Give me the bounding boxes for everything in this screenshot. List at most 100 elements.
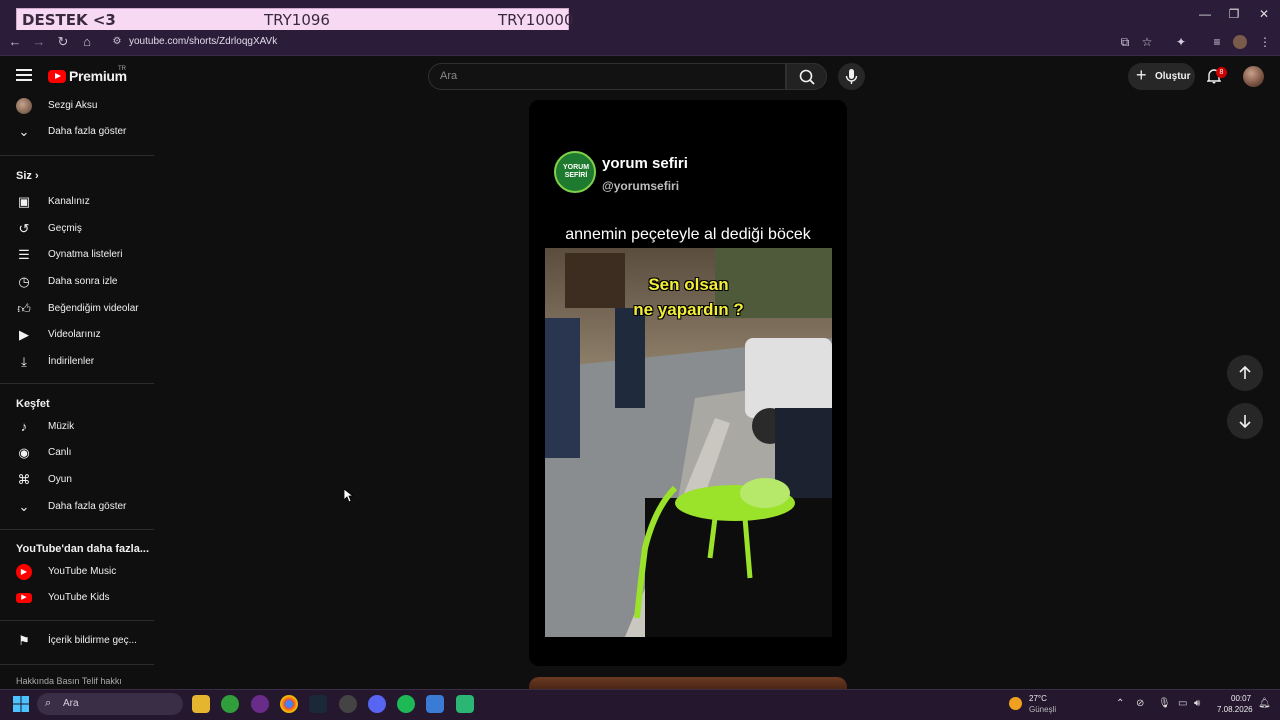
sidebar-divider	[0, 620, 154, 621]
notification-count-badge: 8	[1216, 67, 1227, 78]
youtube-logo-icon[interactable]	[48, 70, 66, 83]
browser-menu-icon[interactable]: ⋮	[1258, 35, 1272, 49]
clock-time[interactable]: 00:07	[1231, 694, 1251, 703]
sidebar-item-your-videos[interactable]: ▶ Videolarınız	[16, 325, 156, 347]
voice-search-button[interactable]	[838, 63, 865, 90]
app-icon[interactable]	[456, 695, 474, 713]
menu-icon[interactable]	[16, 69, 32, 83]
sidebar-item-history[interactable]: ↺ Geçmiş	[16, 219, 156, 241]
youtube-music-icon: ▶	[16, 564, 32, 580]
sidebar-more-heading: YouTube'dan daha fazla...	[16, 543, 149, 555]
tray-overflow-icon[interactable]: ⌃	[1116, 698, 1124, 709]
channel-name: yorum sefiri	[602, 155, 688, 172]
sidebar-item-label: Canlı	[48, 447, 72, 458]
sidebar-item-label: Videolarınız	[48, 329, 101, 340]
sidebar-item-music[interactable]: ♪ Müzik	[16, 417, 156, 439]
sidebar-item-label: Oyun	[48, 474, 72, 485]
live-icon: ◉	[18, 445, 30, 460]
sidebar-divider	[0, 155, 154, 156]
notification-center-icon[interactable]: 🔔︎	[1258, 698, 1271, 709]
back-button[interactable]: ←	[6, 34, 24, 50]
video-caption: annemin peçeteyle al dediği böcek	[565, 226, 811, 243]
sidebar-item-watch-later[interactable]: ◷ Daha sonra izle	[16, 272, 156, 294]
chevron-down-icon: ⌄	[18, 499, 30, 514]
search-placeholder: Ara	[440, 70, 458, 82]
obs-icon[interactable]	[339, 695, 357, 713]
sidebar-item-playlists[interactable]: ☰ Oynatma listeleri	[16, 245, 156, 267]
search-icon: ⌕	[45, 697, 52, 709]
sidebar-footer-links[interactable]: Hakkında Basın Telif hakkı	[16, 676, 122, 686]
microphone-icon[interactable]: 🎙︎	[1158, 698, 1171, 709]
windows-start-icon[interactable]	[13, 696, 29, 712]
network-icon[interactable]: ⊘	[1136, 698, 1144, 709]
overlay-line-2: ne yapardın ?	[633, 300, 744, 319]
create-label: Oluştur	[1155, 71, 1191, 82]
weather-sun-icon[interactable]	[1009, 697, 1022, 710]
video-icon: ▶	[19, 327, 29, 342]
sidebar-item-label: İçerik bildirme geç...	[48, 635, 137, 646]
channel-logo[interactable]: YORUM SEFİRİ	[554, 151, 596, 193]
sidebar-item-liked-videos[interactable]: 👍︎ Beğendiğim videolar	[16, 299, 156, 321]
taskbar-search-label: Ara	[63, 698, 79, 709]
minimize-button[interactable]: —	[1196, 6, 1214, 22]
file-explorer-icon[interactable]	[192, 695, 210, 713]
sidebar-item-youtube-kids[interactable]: ▶ YouTube Kids	[16, 588, 156, 610]
sidebar-item-label: İndirilenler	[48, 356, 95, 367]
bookmark-star-icon[interactable]: ☆	[1140, 35, 1154, 49]
volume-icon[interactable]: 🔊︎	[1194, 698, 1200, 709]
home-button[interactable]: ⌂	[78, 34, 96, 50]
steam-icon[interactable]	[309, 695, 327, 713]
sidebar-show-more[interactable]: ⌄ Daha fazla göster	[16, 497, 156, 519]
channel-logo-text: YORUM SEFİRİ	[562, 164, 590, 179]
forward-button[interactable]: →	[30, 34, 48, 50]
maximize-button[interactable]: ❐	[1225, 6, 1243, 22]
clock-date[interactable]: 7.08.2026	[1217, 705, 1253, 714]
search-icon	[799, 69, 815, 85]
app-icon[interactable]	[426, 695, 444, 713]
app-icon[interactable]	[251, 695, 269, 713]
sidebar-item-label: Oynatma listeleri	[48, 249, 123, 260]
search-input[interactable]	[428, 63, 786, 90]
spotify-icon[interactable]	[397, 695, 415, 713]
media-controls-icon[interactable]: ≡	[1210, 35, 1224, 49]
account-box-icon: ▣	[17, 194, 31, 209]
url-field[interactable]: youtube.com/shorts/ZdrloqgXAVk	[129, 36, 277, 47]
reload-button[interactable]: ↻	[54, 34, 72, 50]
sidebar-item-label: YouTube Music	[48, 566, 117, 577]
sidebar-show-more[interactable]: ⌄ Daha fazla göster	[16, 122, 156, 144]
overlay-line-1: Sen olsan	[648, 275, 729, 294]
donation-label: DESTEK <3	[22, 11, 116, 29]
next-short-preview[interactable]	[529, 677, 847, 689]
sidebar-item-live[interactable]: ◉ Canlı	[16, 443, 156, 465]
taskbar-search[interactable]	[37, 693, 183, 715]
sidebar-item-downloads[interactable]: ⤓ İndirilenler	[16, 352, 156, 374]
gamepad-icon: ⌘	[17, 472, 31, 487]
playlist-icon: ☰	[18, 247, 30, 262]
sidebar-item-youtube-music[interactable]: ▶ YouTube Music	[16, 562, 156, 584]
extensions-icon[interactable]: ✦	[1174, 35, 1188, 49]
chevron-down-icon: ⌄	[18, 124, 30, 139]
sidebar-item-report-history[interactable]: ⚑ İçerik bildirme geç...	[16, 631, 156, 653]
xbox-icon[interactable]	[221, 695, 239, 713]
install-app-icon[interactable]: ⧉	[1118, 35, 1132, 49]
chrome-icon[interactable]	[280, 695, 298, 713]
sidebar-item-label: Müzik	[48, 421, 75, 432]
profile-icon[interactable]	[1233, 35, 1247, 49]
sidebar-subscription-sezgi-aksu[interactable]: Sezgi Aksu	[16, 96, 156, 118]
close-button[interactable]: ✕	[1255, 6, 1273, 22]
donation-overlay: DESTEK <3 TRY1096 TRY10000	[16, 8, 574, 32]
channel-avatar	[16, 98, 32, 114]
sidebar-item-your-channel[interactable]: ▣ Kanalınız	[16, 192, 156, 214]
sidebar-item-gaming[interactable]: ⌘ Oyun	[16, 470, 156, 492]
sidebar-item-label: Daha fazla göster	[48, 501, 127, 512]
music-note-icon: ♪	[20, 419, 28, 434]
search-button[interactable]	[786, 63, 827, 90]
discord-icon[interactable]	[368, 695, 386, 713]
site-info-icon[interactable]: ⚙	[108, 34, 126, 50]
sidebar-you-heading[interactable]: Siz ›	[16, 170, 39, 182]
previous-short-button[interactable]	[1227, 355, 1263, 391]
account-avatar[interactable]	[1243, 66, 1264, 87]
plus-icon: +	[1136, 65, 1147, 85]
next-short-button[interactable]	[1227, 403, 1263, 439]
display-icon[interactable]: ▭	[1178, 698, 1187, 709]
